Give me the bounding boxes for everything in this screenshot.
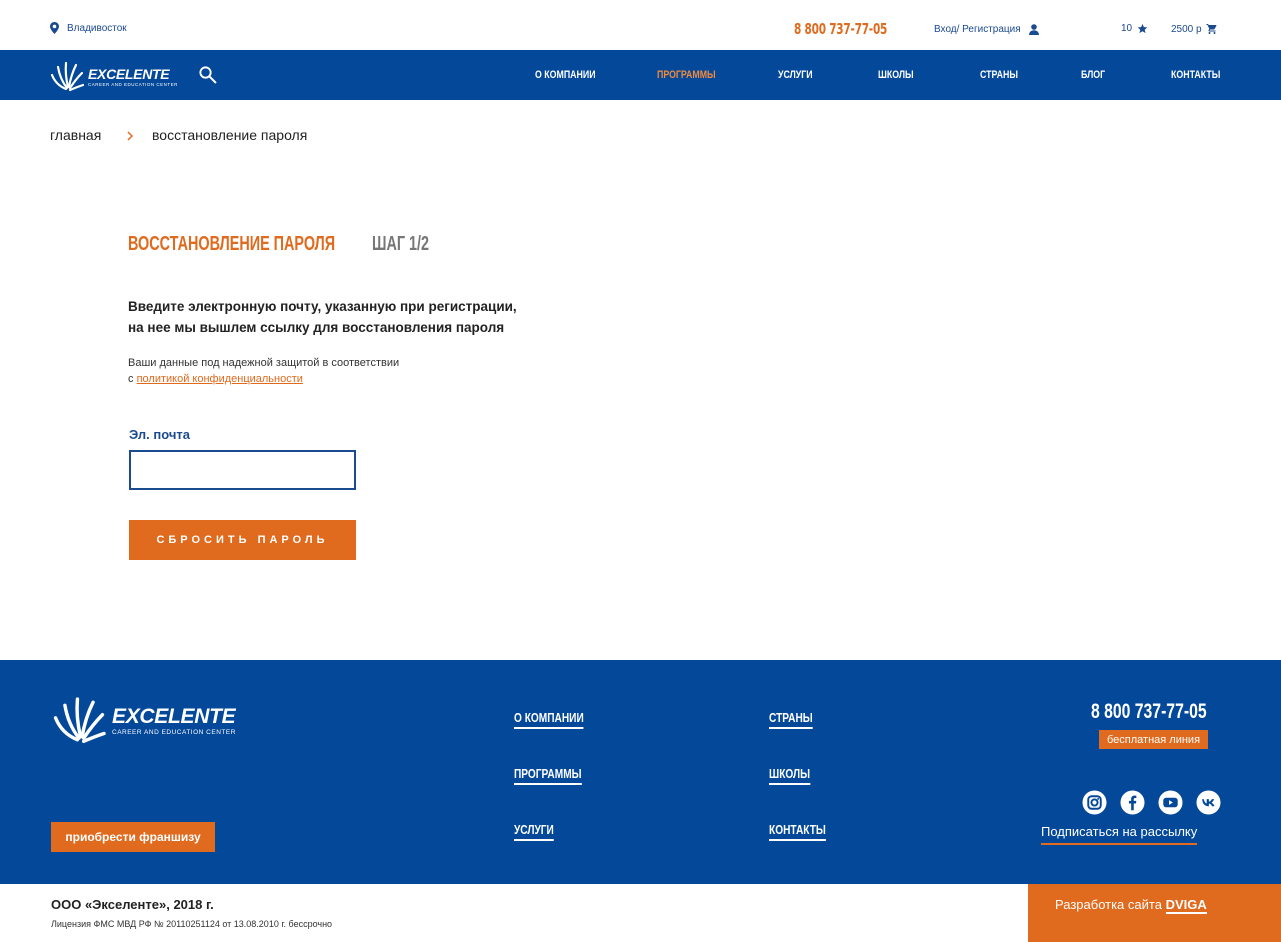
privacy-policy-link[interactable]: политикой конфиденциальности [137,373,303,385]
subscribe-link[interactable]: Подписаться на рассылку [1041,824,1198,845]
footer-link-contacts[interactable]: Контакты [769,822,826,841]
top-bar [0,0,1281,50]
footer-link-services[interactable]: Услуги [514,822,554,841]
copyright: ООО «Экселенте», 2018 г. [51,897,214,912]
email-field[interactable] [129,450,356,490]
nav-item-schools[interactable]: Школы [878,69,914,81]
vk-icon[interactable] [1196,790,1221,815]
logo-fan-icon [53,697,106,744]
search-button[interactable] [198,65,217,89]
youtube-icon[interactable] [1158,790,1183,815]
developer-prefix: Разработка сайта [1055,897,1162,912]
page-title: Восстановление пароля [128,233,336,255]
user-icon [1028,24,1039,35]
footer-logo-tagline: CAREER AND EDUCATION CENTER [112,728,236,736]
login-label: Вход/ Регистрация [934,24,1021,35]
nav-item-programs[interactable]: Программы [657,69,716,81]
footer-link-programs[interactable]: Программы [514,766,582,785]
instructions-line-1: Введите электронную почту, указанную при… [128,299,517,314]
reset-password-button[interactable]: Сбросить пароль [129,520,356,560]
instagram-icon[interactable] [1082,790,1107,815]
developer-credit[interactable]: Разработка сайта DVIGA [1055,897,1207,914]
footer-phone[interactable]: 8 800 737-77-05 [1091,700,1207,724]
footer-link-company[interactable]: О компании [514,710,584,729]
favorites-link[interactable]: 10 [1121,23,1148,34]
header-phone[interactable]: 8 800 737-77-05 [794,20,887,38]
developer-banner [1028,884,1281,942]
step-indicator: Шаг 1/2 [372,233,430,255]
license-text: Лицензия ФМС МВД РФ № 20110251124 от 13.… [51,919,333,929]
developer-name: DVIGA [1165,897,1207,914]
city-selector[interactable]: Владивосток [50,22,127,34]
free-line-badge: бесплатная линия [1099,730,1209,749]
nav-item-blog[interactable]: Блог [1081,69,1105,81]
footer-logo[interactable]: EXCELENTE CAREER AND EDUCATION CENTER [50,696,236,746]
nav-item-countries[interactable]: Страны [980,69,1018,81]
cart-total: 2500 р [1171,23,1202,35]
cart-icon [1206,24,1217,34]
logo-fan-icon [50,61,84,92]
privacy-note-prefix: с [128,373,137,385]
footer-logo-name: EXCELENTE [112,704,236,728]
footer-link-countries[interactable]: Страны [769,710,813,729]
logo-name: EXCELENTE [88,65,170,82]
header-logo[interactable]: EXCELENTE CAREER AND EDUCATION CENTER [50,61,178,93]
footer-link-schools[interactable]: Школы [769,766,811,785]
login-link[interactable]: Вход/ Регистрация [934,24,1039,35]
favorites-count: 10 [1121,23,1133,34]
franchise-button[interactable]: приобрести франшизу [51,822,215,852]
cart-link[interactable]: 2500 р [1171,23,1218,35]
privacy-note: Ваши данные под надежной защитой в соотв… [128,355,399,387]
instructions: Введите электронную почту, указанную при… [128,296,588,338]
nav-item-contacts[interactable]: Контакты [1171,69,1220,81]
chevron-right-icon [127,131,134,141]
breadcrumb-home[interactable]: главная [50,127,101,143]
star-icon [1137,23,1148,34]
nav-item-services[interactable]: Услуги [778,69,813,81]
privacy-note-line-1: Ваши данные под надежной защитой в соотв… [128,357,400,369]
breadcrumb-current: восстановление пароля [152,127,308,143]
instructions-line-2: на нее мы вышлем ссылку для восстановлен… [128,320,505,335]
nav-item-company[interactable]: О компании [535,69,596,81]
city-label: Владивосток [67,22,127,34]
email-label: Эл. почта [129,427,191,442]
facebook-icon[interactable] [1120,790,1145,815]
search-icon [199,66,217,84]
logo-tagline: CAREER AND EDUCATION CENTER [88,81,178,87]
location-pin-icon [50,22,59,34]
